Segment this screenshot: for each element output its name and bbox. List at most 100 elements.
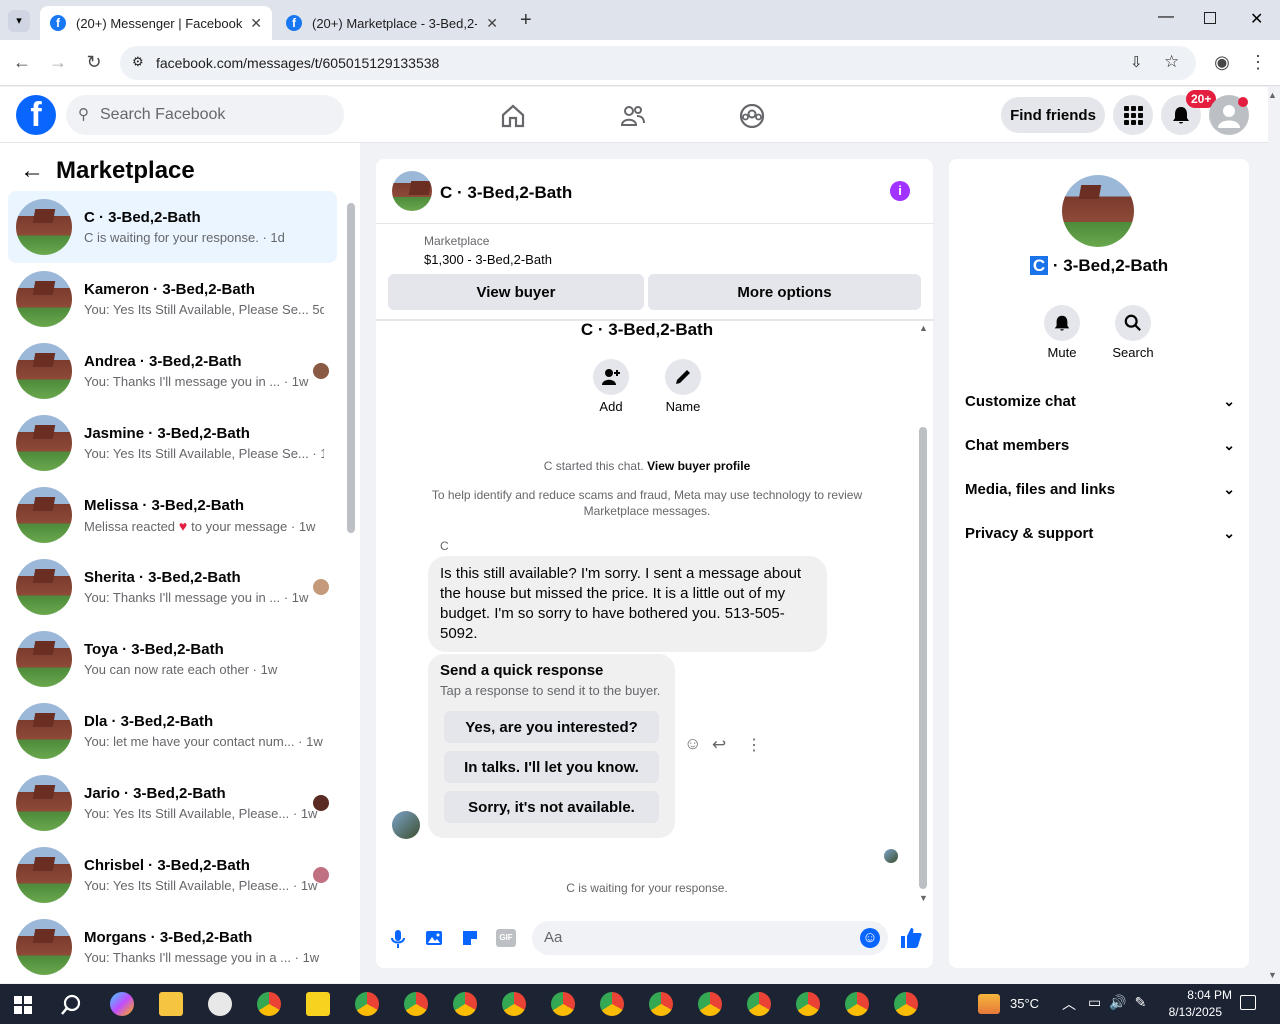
sticky-notes-icon[interactable] [306, 992, 330, 1016]
search-input[interactable]: ⚲ Search Facebook [66, 95, 344, 135]
view-buyer-profile-link[interactable]: View buyer profile [647, 459, 750, 473]
close-icon[interactable]: ✕ [250, 15, 262, 32]
tab-search-dropdown[interactable]: ▾ [8, 10, 30, 32]
chrome-profile-icon[interactable] [796, 992, 820, 1016]
clock-date[interactable]: 8/13/2025 [1160, 1005, 1222, 1019]
profile-icon[interactable]: ◉ [1210, 52, 1234, 73]
chrome-profile-icon[interactable] [600, 992, 624, 1016]
clock-time[interactable]: 8:04 PM [1160, 988, 1232, 1002]
info-section-row[interactable]: Media, files and links ⌄ [965, 467, 1235, 511]
conversation-item[interactable]: Sherita · 3-Bed,2-Bath You: Thanks I'll m… [8, 551, 337, 623]
conversation-item[interactable]: Morgans · 3-Bed,2-Bath You: Thanks I'll m… [8, 911, 337, 983]
sticker-icon[interactable] [460, 928, 480, 948]
conversation-item[interactable]: Jasmine · 3-Bed,2-Bath You: Yes Its Still… [8, 407, 337, 479]
profile-avatar[interactable] [1062, 175, 1134, 247]
tab-marketplace[interactable]: f (20+) Marketplace - 3-Bed,2-Ba ✕ [276, 6, 508, 40]
photo-icon[interactable] [424, 928, 444, 948]
site-settings-icon[interactable]: ⚙ [132, 54, 144, 70]
add-button[interactable] [593, 359, 629, 395]
quick-response-button[interactable]: Sorry, it's not available. [444, 791, 659, 823]
conversation-item[interactable]: Toya · 3-Bed,2-Bath You can now rate each… [8, 623, 337, 695]
back-arrow-icon[interactable]: ← [10, 52, 34, 73]
taskbar-search-icon[interactable] [60, 994, 82, 1016]
info-icon[interactable]: i [890, 181, 910, 201]
search-button[interactable] [1115, 305, 1151, 341]
chevron-up-icon[interactable]: ︿ [1062, 994, 1076, 1014]
menu-grid-icon[interactable] [1113, 95, 1153, 135]
chrome-profile-icon[interactable] [894, 992, 918, 1016]
scroll-down-arrow-icon[interactable]: ▼ [919, 893, 928, 903]
conversation-item[interactable]: Kameron · 3-Bed,2-Bath You: Yes Its Still… [8, 263, 337, 335]
message-input[interactable]: Aa [532, 921, 888, 955]
chrome-profile-icon[interactable] [355, 992, 379, 1016]
chrome-profile-icon[interactable] [551, 992, 575, 1016]
browser-menu-icon[interactable]: ⋮ [1246, 52, 1270, 73]
message-bubble[interactable]: Is this still available? I'm sorry. I se… [428, 556, 827, 652]
react-icon[interactable]: ☺ [684, 734, 701, 754]
paint-icon[interactable] [208, 992, 232, 1016]
install-app-icon[interactable]: ⇩ [1130, 53, 1143, 71]
chrome-profile-icon[interactable] [649, 992, 673, 1016]
new-tab-button[interactable]: + [520, 9, 532, 32]
like-thumbs-up-icon[interactable] [899, 926, 923, 950]
chrome-profile-icon[interactable] [502, 992, 526, 1016]
info-section-row[interactable]: Customize chat ⌄ [965, 379, 1235, 423]
reload-icon[interactable]: ↻ [82, 52, 106, 73]
close-window-button[interactable]: ✕ [1250, 9, 1263, 29]
conversation-item[interactable]: Jario · 3-Bed,2-Bath You: Yes Its Still A… [8, 767, 337, 839]
restore-button[interactable] [1204, 12, 1216, 24]
close-icon[interactable]: ✕ [486, 15, 498, 32]
groups-icon[interactable] [739, 103, 765, 129]
conversation-item[interactable]: Melissa · 3-Bed,2-Bath Melissa reacted ♥ … [8, 479, 337, 551]
chrome-profile-icon[interactable] [404, 992, 428, 1016]
gif-icon[interactable]: GIF [496, 929, 516, 947]
page-scroll-down-arrow-icon[interactable]: ▼ [1268, 970, 1277, 980]
tab-messenger[interactable]: f (20+) Messenger | Facebook ✕ [40, 6, 272, 40]
chat-title[interactable]: C · 3-Bed,2-Bath [440, 183, 572, 203]
scroll-up-arrow-icon[interactable]: ▲ [919, 323, 928, 333]
address-bar[interactable]: ⚙ facebook.com/messages/t/60501512913353… [120, 46, 1196, 80]
home-icon[interactable] [500, 103, 526, 129]
conversation-item[interactable]: Andrea · 3-Bed,2-Bath You: Thanks I'll me… [8, 335, 337, 407]
friends-icon[interactable] [620, 103, 646, 129]
emoji-icon[interactable]: ☺ [860, 928, 880, 948]
chrome-profile-icon[interactable] [845, 992, 869, 1016]
chrome-profile-icon[interactable] [698, 992, 722, 1016]
chat-scrollbar[interactable] [919, 427, 927, 889]
find-friends-button[interactable]: Find friends [1001, 97, 1105, 133]
windows-start-icon[interactable] [14, 996, 32, 1014]
microphone-icon[interactable] [390, 929, 406, 949]
minimize-button[interactable]: — [1158, 8, 1174, 26]
copilot-icon[interactable] [110, 992, 134, 1016]
conversation-item[interactable]: Chrisbel · 3-Bed,2-Bath You: Yes Its Stil… [8, 839, 337, 911]
reply-icon[interactable]: ↩ [712, 735, 726, 755]
file-explorer-icon[interactable] [159, 992, 183, 1016]
forward-arrow-icon[interactable]: → [46, 52, 70, 73]
notification-center-icon[interactable] [1240, 995, 1256, 1010]
more-vertical-icon[interactable]: ⋮ [746, 735, 762, 755]
conversation-item[interactable]: C · 3-Bed,2-Bath C is waiting for your re… [8, 191, 337, 263]
back-arrow-icon[interactable]: ← [20, 157, 44, 185]
info-section-row[interactable]: Privacy & support ⌄ [965, 511, 1235, 555]
weather-temp[interactable]: 35°C [1010, 996, 1039, 1011]
view-buyer-button[interactable]: View buyer [388, 274, 644, 310]
chrome-profile-icon[interactable] [747, 992, 771, 1016]
conversation-item[interactable]: Dla · 3-Bed,2-Bath You: let me have your … [8, 695, 337, 767]
tray-icons[interactable]: ▭🔊✎ [1088, 994, 1154, 1011]
bookmark-star-icon[interactable]: ☆ [1164, 52, 1179, 72]
page-scroll-up-arrow-icon[interactable]: ▲ [1268, 90, 1277, 100]
listing-price[interactable]: $1,300 - 3-Bed,2-Bath [424, 252, 552, 267]
name-button[interactable] [665, 359, 701, 395]
scrollbar[interactable] [347, 203, 355, 533]
more-options-button[interactable]: More options [648, 274, 921, 310]
weather-icon[interactable] [978, 994, 1000, 1014]
quick-response-button[interactable]: In talks. I'll let you know. [444, 751, 659, 783]
quick-response-button[interactable]: Yes, are you interested? [444, 711, 659, 743]
sender-avatar[interactable] [392, 811, 420, 839]
chat-avatar[interactable] [392, 171, 432, 211]
facebook-logo-icon[interactable]: f [16, 95, 56, 135]
mute-button[interactable] [1044, 305, 1080, 341]
chrome-profile-icon[interactable] [453, 992, 477, 1016]
info-section-row[interactable]: Chat members ⌄ [965, 423, 1235, 467]
chrome-icon[interactable] [257, 992, 281, 1016]
